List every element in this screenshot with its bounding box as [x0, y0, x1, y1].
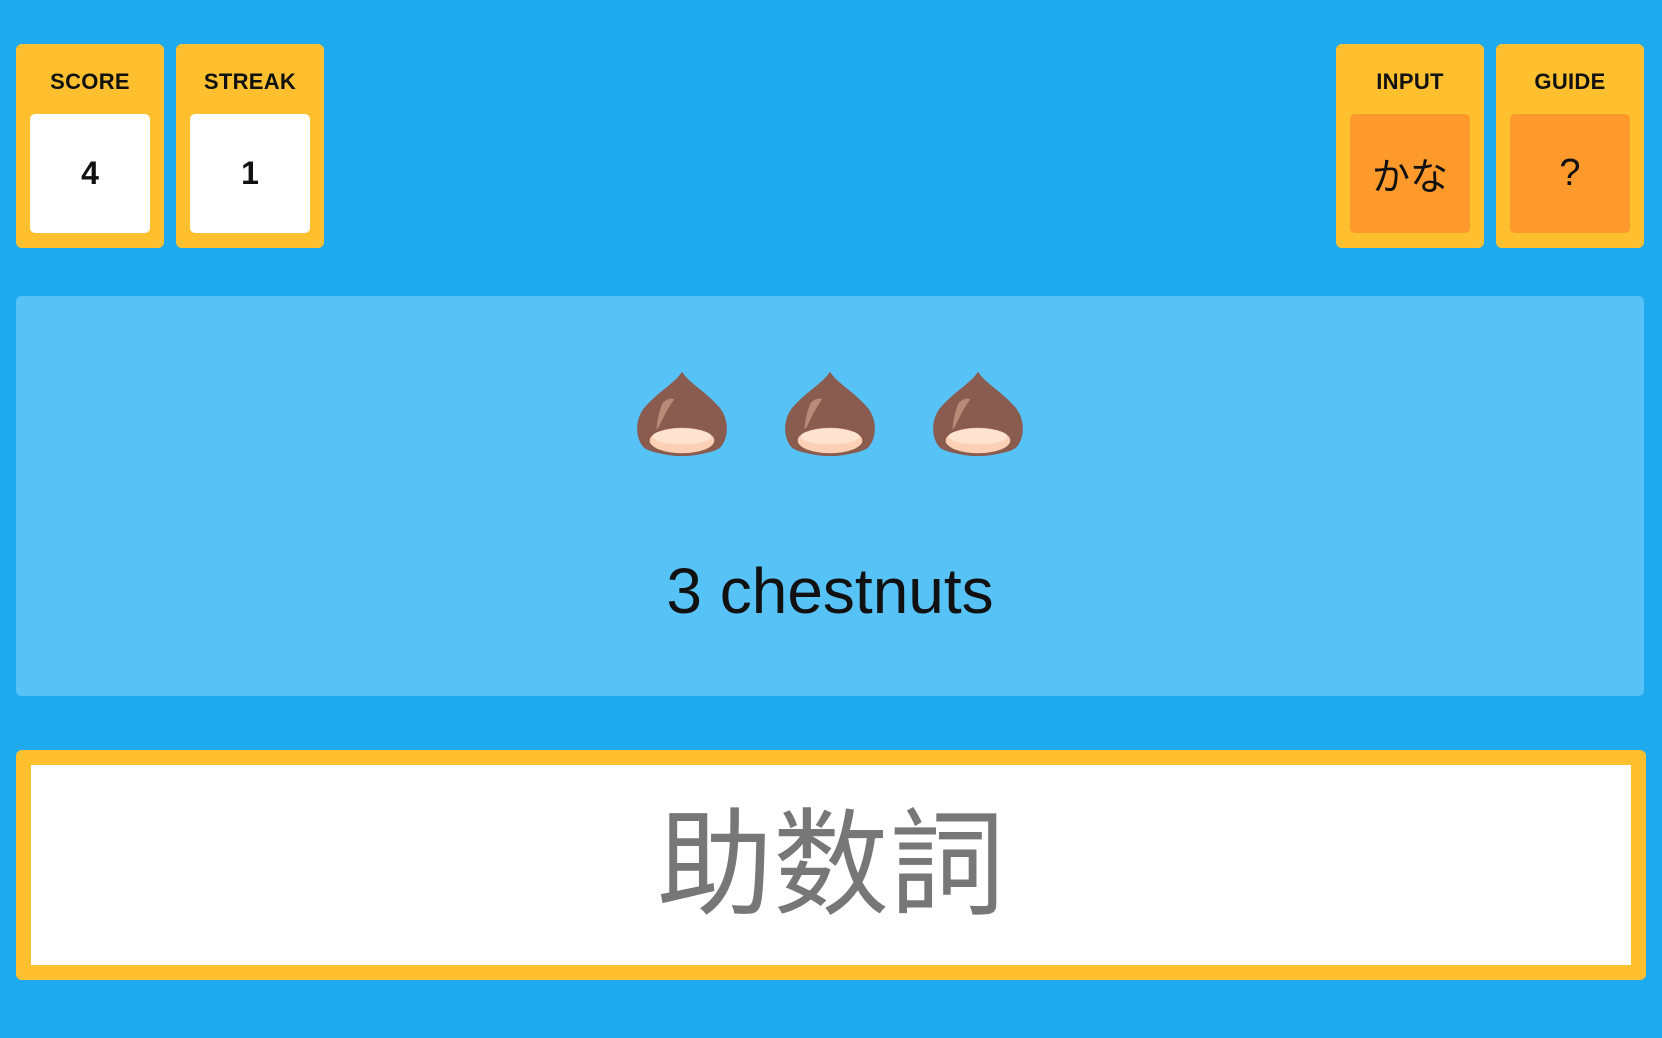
answer-input-frame — [16, 750, 1646, 980]
guide-label: GUIDE — [1534, 69, 1606, 94]
streak-label: STREAK — [203, 69, 297, 94]
streak-value: 1 — [190, 114, 310, 233]
input-mode-label: INPUT — [1376, 69, 1444, 94]
chestnut-icon — [785, 371, 875, 457]
score-label: SCORE — [50, 69, 130, 94]
input-mode-card: INPUT かな — [1336, 44, 1484, 248]
score-value: 4 — [30, 114, 150, 233]
guide-card: GUIDE ? — [1496, 44, 1644, 248]
prompt-text: 3 chestnuts — [666, 555, 994, 627]
input-mode-toggle-button[interactable]: かな — [1350, 114, 1470, 233]
emoji-row — [16, 366, 1644, 464]
streak-card: STREAK 1 — [176, 44, 324, 248]
chestnut-icon — [637, 371, 727, 457]
prompt-panel: 3 chestnuts — [16, 296, 1644, 696]
score-card: SCORE 4 — [16, 44, 164, 248]
chestnut-icon — [933, 371, 1023, 457]
answer-input[interactable] — [31, 796, 1631, 934]
guide-button[interactable]: ? — [1510, 114, 1630, 233]
